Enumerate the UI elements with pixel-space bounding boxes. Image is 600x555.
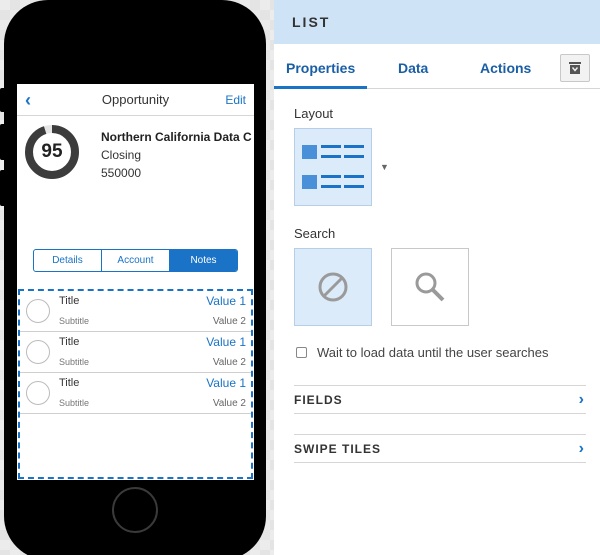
segmented-control: Details Account Notes xyxy=(33,249,238,272)
tab-actions[interactable]: Actions xyxy=(480,60,531,76)
list-component[interactable]: Title Subtitle Value 1 Value 2 Title Sub… xyxy=(18,289,253,479)
avatar-placeholder xyxy=(26,381,50,405)
layout-option[interactable] xyxy=(294,128,372,206)
layout-dropdown-icon[interactable]: ▼ xyxy=(380,162,389,172)
chevron-left-icon[interactable]: ‹ xyxy=(25,90,31,111)
component-icon xyxy=(569,62,581,74)
no-search-icon xyxy=(318,272,348,302)
list-item[interactable]: Title Subtitle Value 1 Value 2 xyxy=(20,291,251,332)
search-option-search[interactable] xyxy=(391,248,469,326)
list-item-title: Title xyxy=(59,336,80,348)
phone-screen: ‹ Opportunity Edit 95 Northern Californi… xyxy=(17,84,254,480)
home-button xyxy=(112,487,158,533)
segment-notes[interactable]: Notes xyxy=(170,250,237,271)
avatar-placeholder xyxy=(26,299,50,323)
list-item-value1: Value 1 xyxy=(206,376,246,390)
wait-to-load-checkbox[interactable] xyxy=(296,347,307,358)
list-item-subtitle: Subtitle xyxy=(59,316,90,326)
tab-properties[interactable]: Properties xyxy=(286,60,355,76)
volume-up-button xyxy=(0,124,6,160)
panel-title: LIST xyxy=(274,0,600,44)
mobile-header: ‹ Opportunity Edit xyxy=(17,84,254,116)
chevron-right-icon: › xyxy=(578,439,584,457)
segment-details[interactable]: Details xyxy=(34,250,102,271)
fields-section-label: FIELDS xyxy=(294,392,343,407)
segment-account[interactable]: Account xyxy=(102,250,170,271)
list-item-value1: Value 1 xyxy=(206,294,246,308)
list-item-title: Title xyxy=(59,295,80,307)
list-item-value2: Value 2 xyxy=(212,398,246,409)
edit-button[interactable]: Edit xyxy=(225,93,246,107)
search-option-none[interactable] xyxy=(294,248,372,326)
chevron-right-icon: › xyxy=(578,390,584,408)
mobile-page-title: Opportunity xyxy=(101,92,170,107)
score-value: 95 xyxy=(41,141,63,162)
opportunity-name: Northern California Data C xyxy=(101,130,252,144)
wait-to-load-label: Wait to load data until the user searche… xyxy=(317,345,549,360)
search-icon xyxy=(415,272,445,302)
summary-details: Northern California Data C Closing 55000… xyxy=(101,130,252,180)
phone-frame: ‹ Opportunity Edit 95 Northern Californi… xyxy=(0,0,266,555)
component-button[interactable] xyxy=(560,54,590,82)
list-item[interactable]: Title Subtitle Value 1 Value 2 xyxy=(20,332,251,373)
list-item[interactable]: Title Subtitle Value 1 Value 2 xyxy=(20,373,251,414)
list-item-value1: Value 1 xyxy=(206,335,246,349)
search-label: Search xyxy=(294,226,336,241)
wait-to-load-option: Wait to load data until the user searche… xyxy=(296,345,548,360)
opportunity-stage: Closing xyxy=(101,148,142,162)
volume-down-button xyxy=(0,170,6,206)
layout-label: Layout xyxy=(294,106,334,121)
swipe-tiles-section-label: SWIPE TILES xyxy=(294,441,382,456)
list-item-subtitle: Subtitle xyxy=(59,357,90,367)
panel-tabs: Properties Data Actions xyxy=(274,44,600,89)
avatar-placeholder xyxy=(26,340,50,364)
opportunity-summary: 95 Northern California Data C Closing 55… xyxy=(17,116,254,236)
tab-data[interactable]: Data xyxy=(398,60,428,76)
properties-panel: LIST Properties Data Actions Layout ▼ Se… xyxy=(274,0,600,555)
swipe-tiles-section[interactable]: SWIPE TILES › xyxy=(294,434,586,463)
list-item-title: Title xyxy=(59,377,80,389)
list-item-value2: Value 2 xyxy=(212,316,246,327)
list-item-subtitle: Subtitle xyxy=(59,398,90,408)
list-item-value2: Value 2 xyxy=(212,357,246,368)
active-tab-indicator xyxy=(274,86,367,89)
fields-section[interactable]: FIELDS › xyxy=(294,385,586,414)
mute-switch xyxy=(0,88,6,112)
list-layout-icon xyxy=(302,145,364,189)
opportunity-amount: 550000 xyxy=(101,166,142,180)
